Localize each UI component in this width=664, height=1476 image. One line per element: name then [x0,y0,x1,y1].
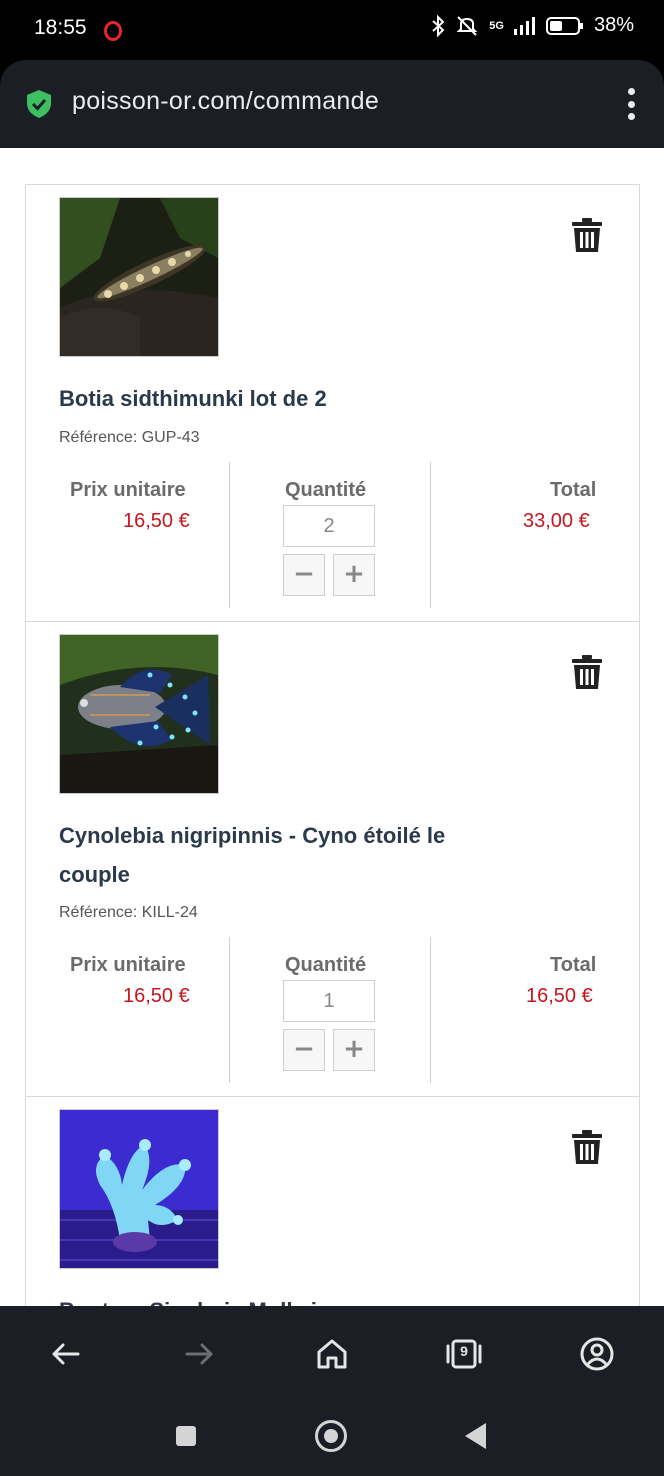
decrease-quantity-button[interactable]: − [283,554,325,596]
total-label: Total [550,479,597,501]
quantity-input[interactable]: 2 [283,505,375,547]
page-content: Botia sidthimunki lot de 2 Référence: GU… [0,148,664,1306]
product-name[interactable]: Bouture Sinularia Molle jaune [59,1291,499,1306]
status-icons: 5G 38% [431,14,634,37]
increase-quantity-button[interactable]: + [333,554,375,596]
total-value: 16,50 € [526,985,593,1007]
mute-vibrate-icon [456,15,478,36]
unit-price-value: 16,50 € [123,510,190,532]
home-icon[interactable] [314,1336,350,1372]
trash-icon[interactable] [571,654,603,690]
cart-item: Botia sidthimunki lot de 2 Référence: GU… [25,184,640,622]
quantity-input[interactable]: 1 [283,980,375,1022]
column-divider [229,937,230,1083]
decrease-quantity-button[interactable]: − [283,1029,325,1071]
total-label: Total [550,954,597,976]
cart-item: Bouture Sinularia Molle jaune [25,1096,640,1306]
product-image[interactable] [59,197,219,357]
address-bar[interactable]: poisson-or.com/commande [0,60,664,148]
bluetooth-icon [432,14,445,37]
increase-quantity-button[interactable]: + [333,1029,375,1071]
column-divider [229,462,230,608]
status-time: 18:55 [34,16,87,39]
tab-count: 9 [460,1343,468,1359]
minus-icon: − [293,559,315,589]
battery-icon [545,16,583,35]
network-type: 5G [489,19,504,32]
quantity-label: Quantité [285,479,367,501]
product-image[interactable] [59,634,219,794]
arrow-left-icon[interactable] [48,1336,84,1372]
battery-percent: 38% [593,14,634,36]
recents-button[interactable] [176,1426,196,1446]
plus-icon: + [343,1034,365,1064]
status-bar: 18:55 5G 38% [0,0,664,60]
unit-price-value: 16,50 € [123,985,190,1007]
column-divider [430,937,431,1083]
tabs-icon[interactable]: 9 [446,1336,482,1372]
system-back-button[interactable] [465,1423,486,1449]
product-name[interactable]: Botia sidthimunki lot de 2 [59,379,499,418]
cart-item: Cynolebia nigripinnis - Cyno étoilé le c… [25,621,640,1097]
browser-bottom-nav: 9 [0,1306,664,1400]
total-value: 33,00 € [523,510,590,532]
arrow-right-icon[interactable] [181,1336,217,1372]
unit-price-label: Prix unitaire [70,954,186,976]
opera-notification-icon [104,21,122,41]
product-reference: Référence: KILL-24 [59,904,198,921]
product-name[interactable]: Cynolebia nigripinnis - Cyno étoilé le c… [59,816,499,894]
column-divider [430,462,431,608]
trash-icon[interactable] [571,217,603,253]
system-home-button[interactable] [315,1420,347,1452]
signal-icon [513,16,535,35]
url-text[interactable]: poisson-or.com/commande [72,87,379,116]
account-icon[interactable] [579,1336,615,1372]
browser-menu-button[interactable] [626,88,636,120]
product-image[interactable] [59,1109,219,1269]
quantity-label: Quantité [285,954,367,976]
trash-icon[interactable] [571,1129,603,1165]
unit-price-label: Prix unitaire [70,479,186,501]
plus-icon: + [343,559,365,589]
browser-toolbar: poisson-or.com/commande [0,60,664,148]
minus-icon: − [293,1034,315,1064]
product-reference: Référence: GUP-43 [59,429,200,446]
system-nav-bar [0,1400,664,1476]
secure-shield-icon [27,90,51,118]
